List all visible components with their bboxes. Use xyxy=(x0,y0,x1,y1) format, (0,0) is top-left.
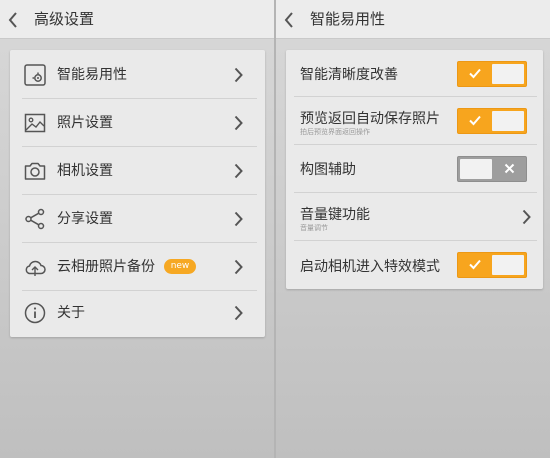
menu-item-smart-usability[interactable]: 智能易用性 xyxy=(10,51,265,99)
sharpness-toggle[interactable] xyxy=(457,61,527,87)
smart-usability-screen: 智能易用性 智能清晰度改善 预览返回自动保存照片 拍后预览界面返回操作 构图辅助 xyxy=(276,0,550,458)
menu-item-about[interactable]: 关于 xyxy=(10,289,265,337)
header-bar: 高级设置 xyxy=(0,0,274,39)
new-badge: new xyxy=(164,259,196,274)
setting-auto-save-preview: 预览返回自动保存照片 拍后预览界面返回操作 xyxy=(286,97,543,145)
menu-item-label: 相机设置 xyxy=(57,163,113,179)
page-title: 高级设置 xyxy=(34,10,95,28)
menu-item-share-settings[interactable]: 分享设置 xyxy=(10,195,265,243)
setting-sublabel: 拍后预览界面返回操作 xyxy=(300,128,370,136)
chevron-right-icon xyxy=(234,115,243,131)
chevron-right-icon xyxy=(234,259,243,275)
chevron-left-icon xyxy=(8,11,17,28)
setting-smart-sharpness: 智能清晰度改善 xyxy=(286,50,543,97)
setting-effects-mode: 启动相机进入特效模式 xyxy=(286,241,543,289)
camera-icon xyxy=(23,159,47,183)
chevron-right-icon xyxy=(522,209,531,225)
chevron-right-icon xyxy=(234,211,243,227)
back-button[interactable] xyxy=(2,0,24,39)
chevron-left-icon xyxy=(284,11,293,28)
setting-label: 智能清晰度改善 xyxy=(300,67,398,83)
cloud-backup-icon xyxy=(23,255,47,279)
back-button[interactable] xyxy=(278,0,300,39)
chevron-right-icon xyxy=(234,305,243,321)
close-icon xyxy=(504,163,515,174)
menu-item-label: 智能易用性 xyxy=(57,67,127,83)
image-icon xyxy=(23,111,47,135)
menu-item-camera-settings[interactable]: 相机设置 xyxy=(10,147,265,195)
menu-item-label: 分享设置 xyxy=(57,211,113,227)
advanced-settings-screen: 高级设置 智能易用性 照片设置 相机设置 分享设置 云相册照片备份 new 关于 xyxy=(0,0,274,458)
settings-menu-card: 智能易用性 照片设置 相机设置 分享设置 云相册照片备份 new 关于 xyxy=(10,50,265,337)
toggle-knob xyxy=(492,255,524,275)
setting-label: 启动相机进入特效模式 xyxy=(300,259,440,275)
setting-label: 构图辅助 xyxy=(300,162,356,178)
share-icon xyxy=(23,207,47,231)
menu-item-cloud-backup[interactable]: 云相册照片备份 new xyxy=(10,243,265,291)
toggle-knob xyxy=(492,111,524,131)
composition-toggle[interactable] xyxy=(457,156,527,182)
setting-label: 音量键功能 xyxy=(300,207,370,223)
effects-mode-toggle[interactable] xyxy=(457,252,527,278)
menu-item-label: 关于 xyxy=(57,305,85,321)
setting-label: 预览返回自动保存照片 xyxy=(300,111,440,127)
auto-save-toggle[interactable] xyxy=(457,108,527,134)
page-title: 智能易用性 xyxy=(310,10,386,28)
setting-volume-key[interactable]: 音量键功能 音量调节 xyxy=(286,193,543,241)
toggle-knob xyxy=(492,64,524,84)
smart-settings-icon xyxy=(23,63,47,87)
chevron-right-icon xyxy=(234,67,243,83)
header-bar: 智能易用性 xyxy=(276,0,550,39)
check-icon xyxy=(468,113,482,127)
toggle-knob xyxy=(460,159,492,179)
menu-item-label: 云相册照片备份 xyxy=(57,259,155,275)
setting-sublabel: 音量调节 xyxy=(300,224,328,232)
menu-item-label: 照片设置 xyxy=(57,115,113,131)
check-icon xyxy=(468,257,482,271)
info-icon xyxy=(23,301,47,325)
check-icon xyxy=(468,66,482,80)
smart-usability-card: 智能清晰度改善 预览返回自动保存照片 拍后预览界面返回操作 构图辅助 音量键功能… xyxy=(286,50,543,289)
setting-composition-aid: 构图辅助 xyxy=(286,145,543,193)
chevron-right-icon xyxy=(234,163,243,179)
menu-item-photo-settings[interactable]: 照片设置 xyxy=(10,99,265,147)
